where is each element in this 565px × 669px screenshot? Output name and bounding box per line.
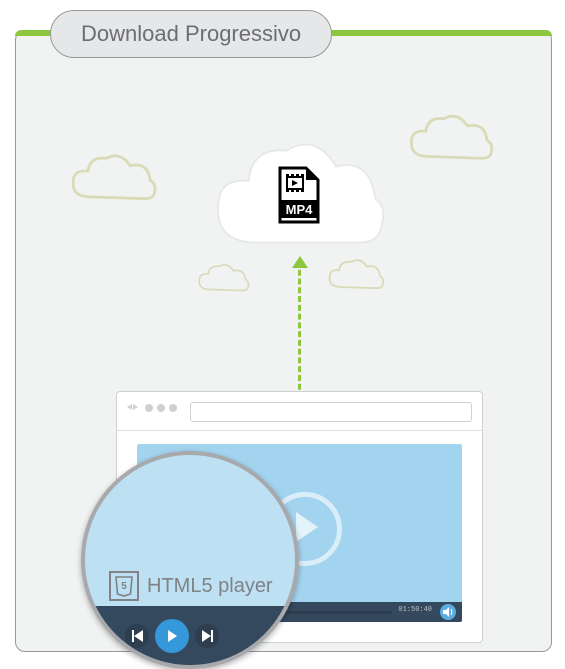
volume-icon	[440, 604, 456, 620]
cloud-icon	[406, 111, 496, 166]
mp4-file-icon: MP4	[276, 166, 322, 229]
browser-nav-icons	[127, 404, 177, 414]
browser-toolbar	[117, 392, 482, 431]
time-label: 01:50:40	[398, 606, 432, 614]
player-label-row: 5 HTML5 player	[109, 571, 273, 601]
browser-url-bar	[190, 402, 472, 422]
cloud-icon	[326, 256, 386, 294]
zoom-controls	[85, 607, 295, 665]
panel: MP4 01:50:40	[15, 30, 552, 652]
zoom-lens: 5 HTML5 player	[81, 451, 299, 669]
next-icon	[195, 624, 219, 648]
previous-icon	[125, 624, 149, 648]
section-title: Download Progressivo	[50, 10, 332, 58]
cloud-icon	[66, 151, 161, 206]
cloud-icon	[196, 261, 251, 296]
player-label: HTML5 player	[147, 575, 273, 598]
play-button-icon	[155, 619, 189, 653]
diagram: MP4 01:50:40	[0, 0, 565, 661]
file-format-label: MP4	[276, 202, 322, 217]
svg-text:5: 5	[121, 581, 127, 592]
html5-badge-icon: 5	[109, 571, 139, 601]
